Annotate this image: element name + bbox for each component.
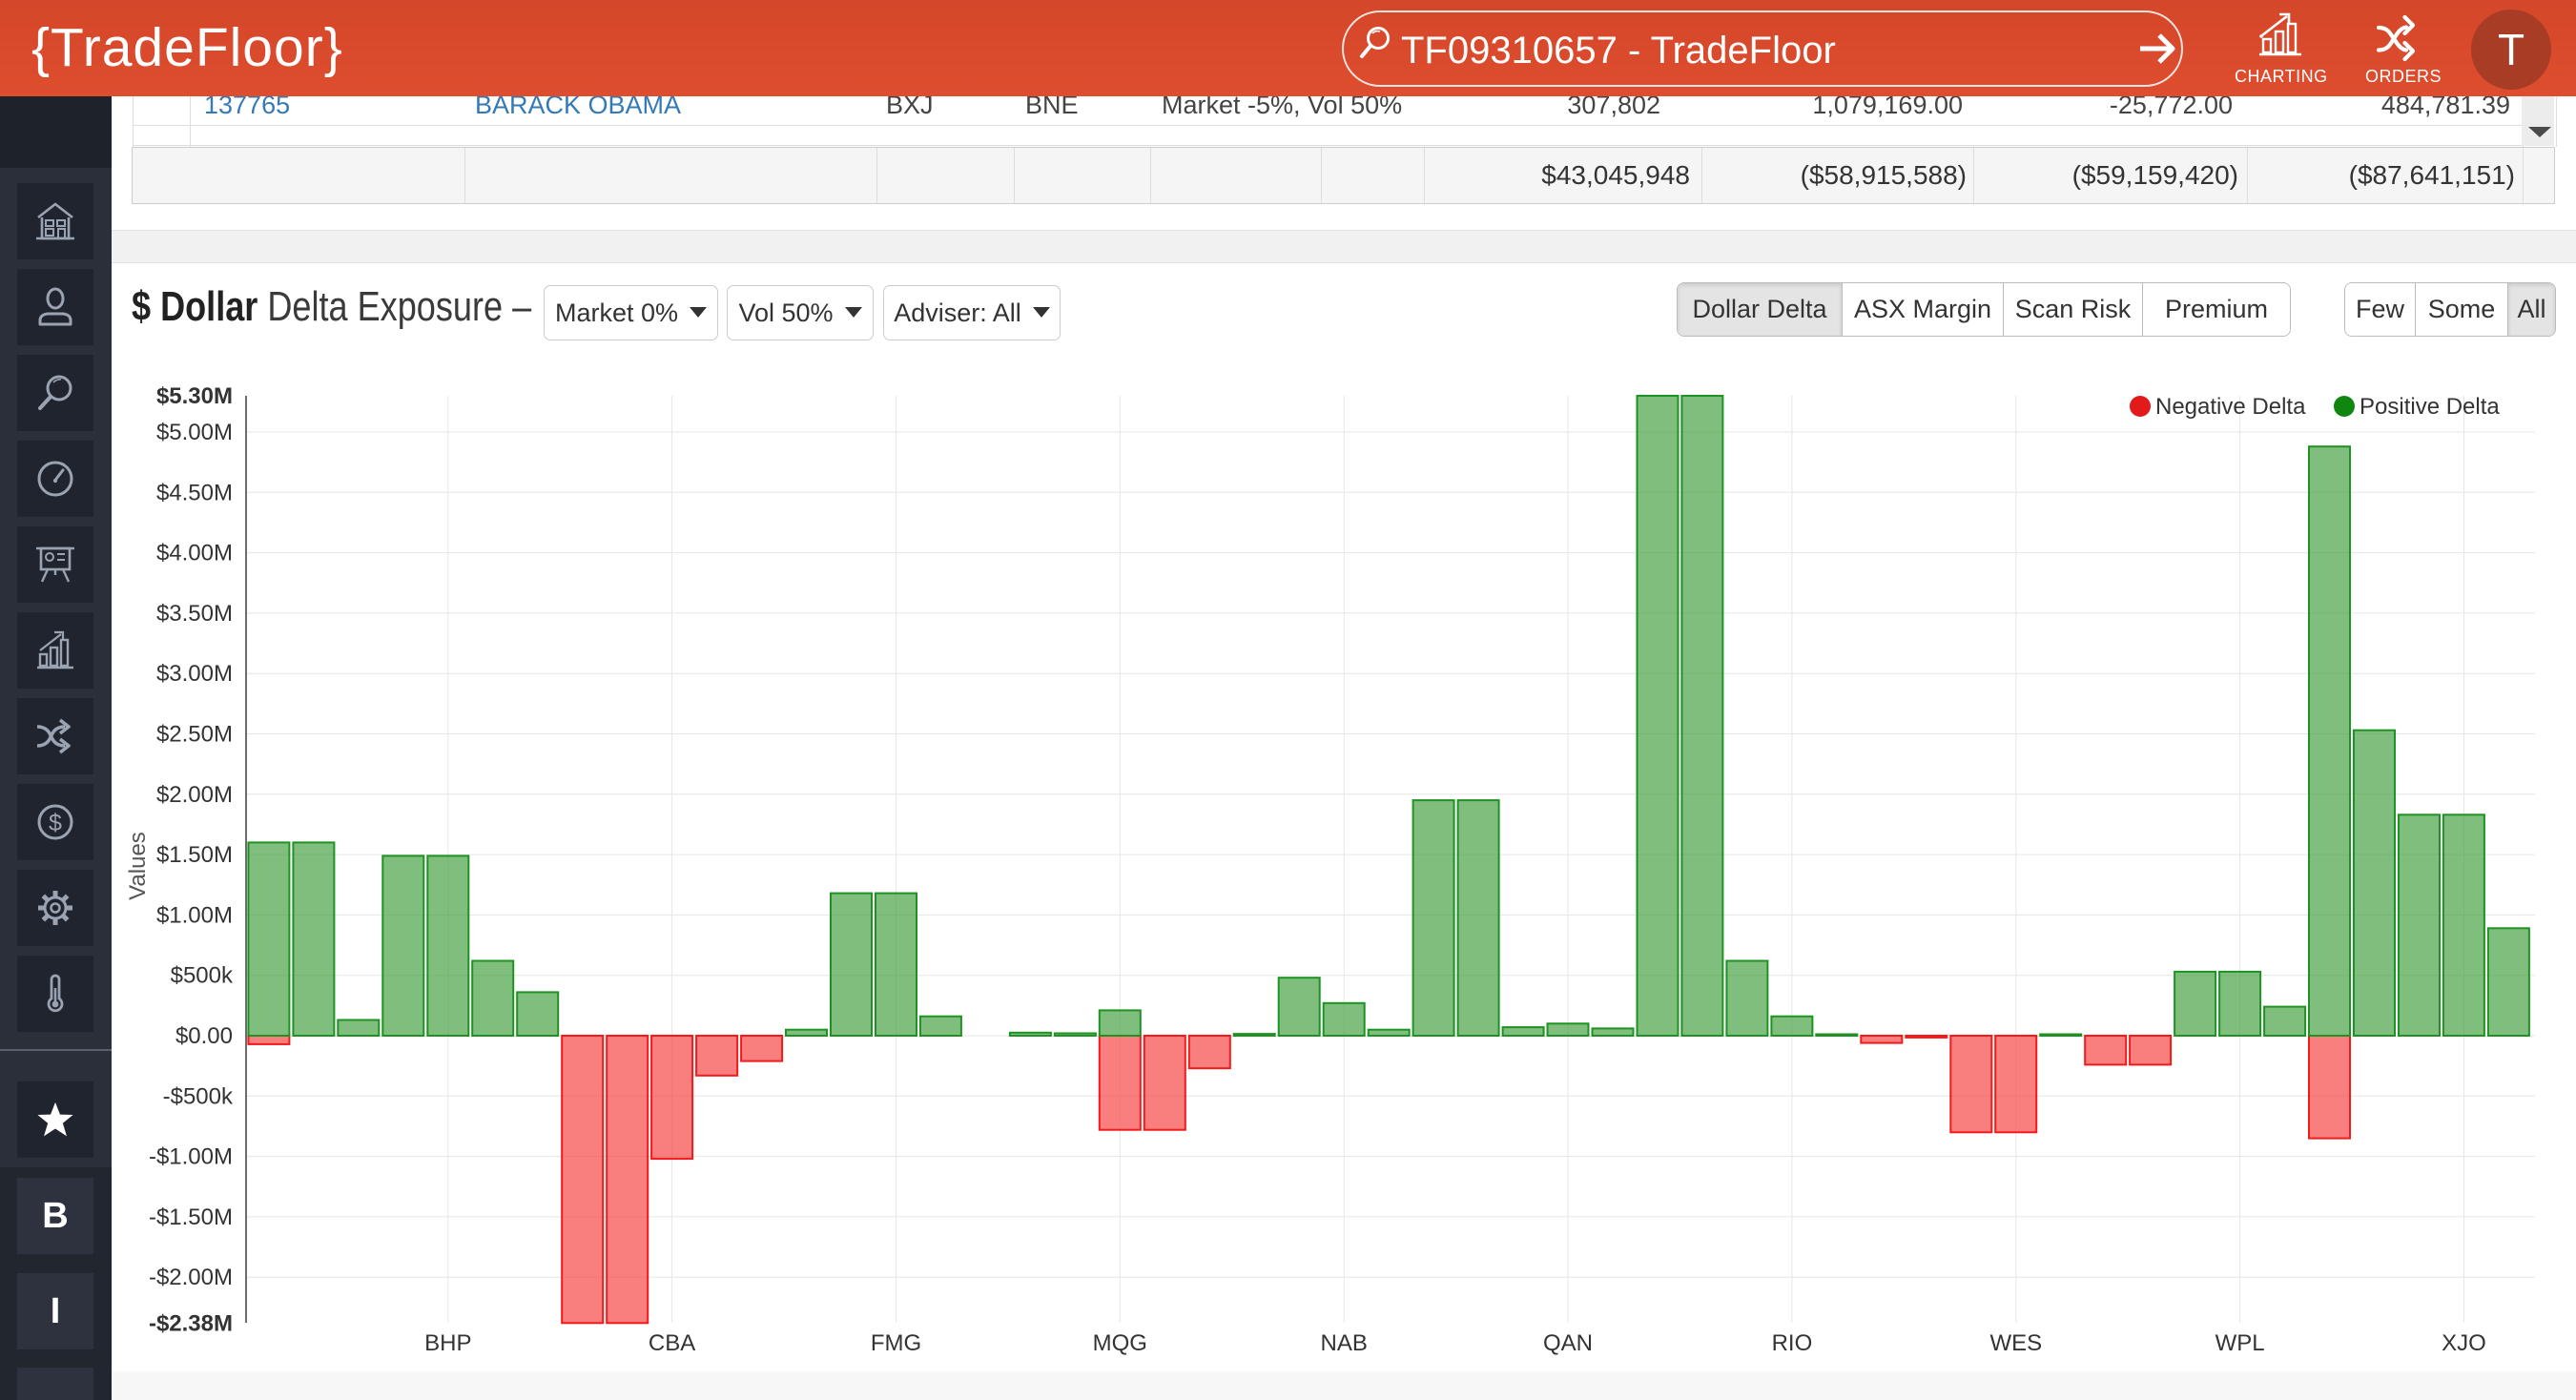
svg-text:Positive Delta: Positive Delta <box>2360 394 2500 420</box>
svg-text:$2.00M: $2.00M <box>156 782 233 808</box>
svg-text:$500k: $500k <box>171 963 234 989</box>
svg-text:$4.50M: $4.50M <box>156 480 233 505</box>
svg-text:$1.50M: $1.50M <box>156 842 233 868</box>
svg-text:$1.00M: $1.00M <box>156 902 233 928</box>
svg-text:WES: WES <box>1989 1330 2042 1356</box>
svg-text:MQG: MQG <box>1093 1330 1147 1356</box>
svg-text:BHP: BHP <box>424 1330 471 1356</box>
svg-text:-$2.00M: -$2.00M <box>149 1265 233 1290</box>
svg-text:$0.00: $0.00 <box>175 1023 233 1049</box>
svg-text:$3.50M: $3.50M <box>156 601 233 627</box>
svg-text:RIO: RIO <box>1772 1330 1813 1356</box>
svg-text:$5.00M: $5.00M <box>156 420 233 445</box>
svg-text:-$1.50M: -$1.50M <box>149 1204 233 1230</box>
svg-text:$4.00M: $4.00M <box>156 541 233 566</box>
svg-text:WPL: WPL <box>2215 1330 2265 1356</box>
svg-text:Negative Delta: Negative Delta <box>2155 394 2306 420</box>
svg-text:$3.00M: $3.00M <box>156 661 233 687</box>
svg-text:-$2.38M: -$2.38M <box>149 1310 233 1336</box>
svg-text:XJO: XJO <box>2442 1330 2486 1356</box>
svg-text:$: $ <box>49 810 62 836</box>
svg-text:-$1.00M: -$1.00M <box>149 1144 233 1170</box>
svg-text:$2.50M: $2.50M <box>156 722 233 748</box>
svg-text:Values: Values <box>125 832 151 900</box>
svg-text:FMG: FMG <box>871 1330 921 1356</box>
svg-text:NAB: NAB <box>1321 1330 1368 1356</box>
svg-text:-$500k: -$500k <box>163 1083 234 1109</box>
svg-text:CBA: CBA <box>649 1330 695 1356</box>
svg-text:$5.30M: $5.30M <box>156 383 233 409</box>
svg-text:QAN: QAN <box>1543 1330 1593 1356</box>
